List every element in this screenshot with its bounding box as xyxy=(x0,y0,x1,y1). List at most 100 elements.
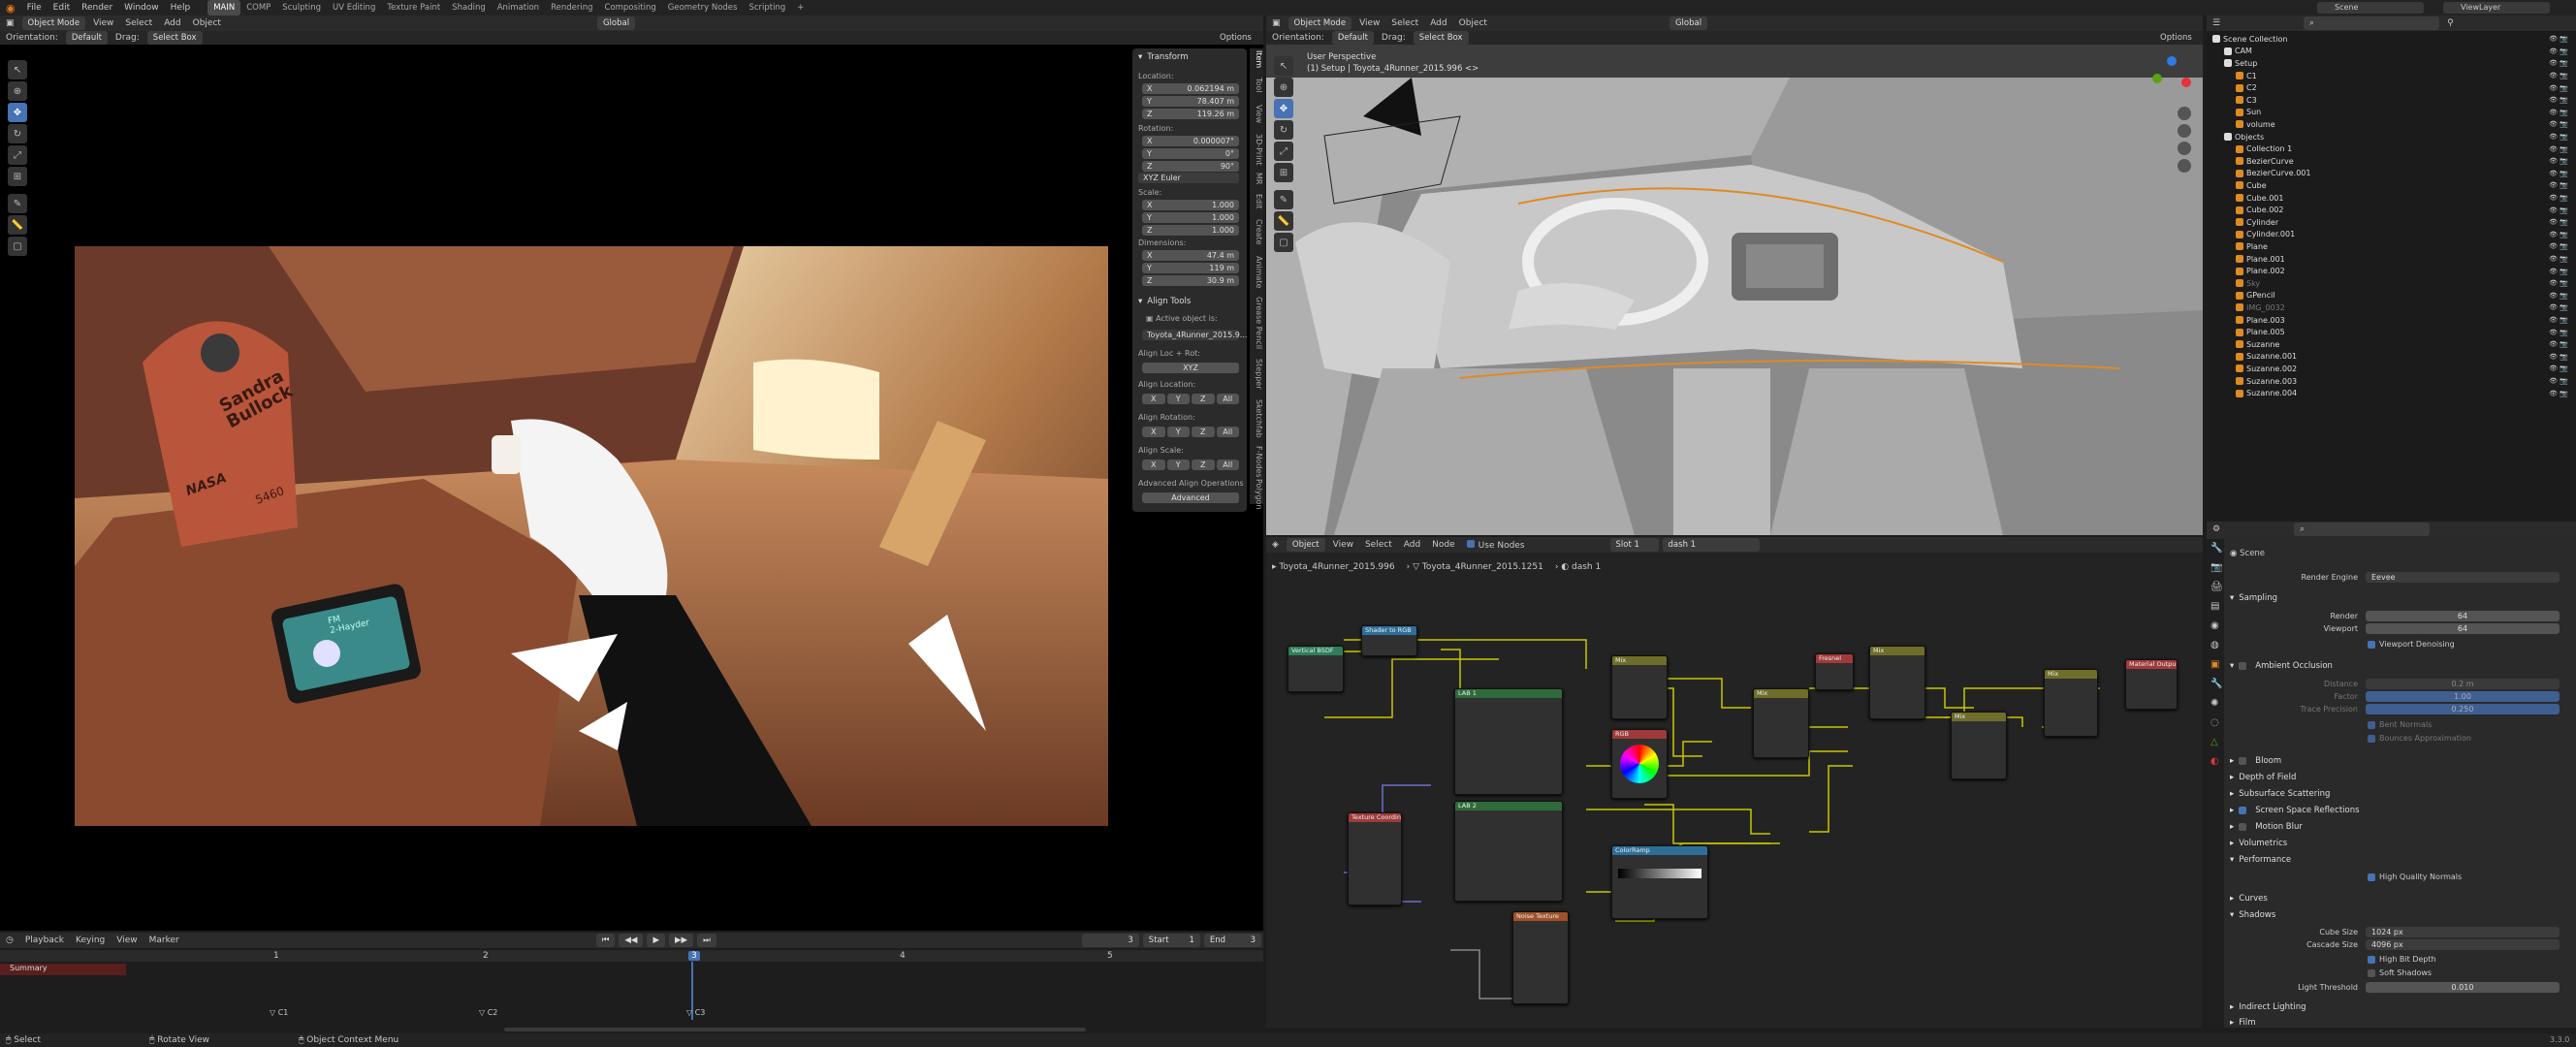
align-rot-y[interactable]: Y xyxy=(1166,427,1190,437)
workspace-tab-compositing[interactable]: Compositing xyxy=(598,0,661,16)
loc-y-field[interactable]: Y 78.407 m xyxy=(1142,96,1239,107)
align-loc-x[interactable]: X xyxy=(1142,394,1165,404)
scale-z-field[interactable]: Z 1.000 xyxy=(1142,225,1239,236)
prev-key-icon[interactable]: ◀◀ xyxy=(619,934,644,947)
play-icon[interactable]: ▶ xyxy=(647,934,666,947)
visibility-toggle-icon[interactable]: 👁 📷 xyxy=(2549,170,2568,177)
outliner-row[interactable]: Sky 👁 📷 xyxy=(2207,277,2576,290)
node-mix-5[interactable]: Mix xyxy=(2044,669,2098,737)
bloom-header[interactable]: ▸ Bloom xyxy=(2230,756,2281,766)
outliner-row[interactable]: C3 👁 📷 xyxy=(2207,94,2576,107)
scale-tool-icon[interactable]: ⤢ xyxy=(8,145,27,165)
visibility-toggle-icon[interactable]: 👁 📷 xyxy=(2549,329,2568,336)
node-noise-texture[interactable]: Noise Texture xyxy=(1512,911,1569,1004)
rotation-mode-dropdown[interactable]: XYZ Euler xyxy=(1138,173,1239,183)
node-lab1-group[interactable]: LAB 1 xyxy=(1454,688,1563,795)
npanel-tab-view[interactable]: View xyxy=(1251,105,1263,123)
particles-props-icon[interactable]: ✺ xyxy=(2210,698,2218,709)
right-rotate-tool-icon[interactable]: ↻ xyxy=(1274,120,1293,140)
visibility-toggle-icon[interactable]: 👁 📷 xyxy=(2549,48,2568,55)
cascade-size-dropdown[interactable]: 4096 px xyxy=(2366,939,2560,950)
timeline-menu-keying[interactable]: Keying xyxy=(70,936,111,945)
npanel-tab-edit[interactable]: Edit xyxy=(1251,194,1263,209)
workspace-tab-comp[interactable]: COMP xyxy=(240,0,276,16)
right-menu-view[interactable]: View xyxy=(1353,18,1385,28)
render-engine-dropdown[interactable]: Eevee xyxy=(2366,572,2560,583)
sss-header[interactable]: ▸ Subsurface Scattering xyxy=(2230,789,2330,799)
material-props-icon[interactable]: ◐ xyxy=(2210,756,2219,767)
visibility-toggle-icon[interactable]: 👁 📷 xyxy=(2549,242,2568,250)
outliner-row[interactable]: Setup 👁 📷 xyxy=(2207,57,2576,70)
node-rgb[interactable]: RGB xyxy=(1611,729,1668,799)
right-measure-tool-icon[interactable]: 📏 xyxy=(1274,211,1293,231)
node-mix-2[interactable]: Mix xyxy=(1753,688,1809,758)
marker-c1[interactable]: ▽ C1 xyxy=(270,1008,288,1017)
scale-y-field[interactable]: Y 1.000 xyxy=(1142,212,1239,223)
dim-y-field[interactable]: Y 119 m xyxy=(1142,263,1239,273)
light-threshold-field[interactable]: 0.010 xyxy=(2366,982,2560,993)
right-drag-dropdown[interactable]: Select Box xyxy=(1413,31,1469,45)
loc-x-field[interactable]: X 0.062194 m xyxy=(1142,83,1239,94)
ortho-toggle-icon[interactable] xyxy=(2178,159,2191,173)
breadcrumb-material[interactable]: › ◐ dash 1 xyxy=(1549,562,1606,572)
loc-z-field[interactable]: Z 119.26 m xyxy=(1142,109,1239,119)
workspace-tab-scripting[interactable]: Scripting xyxy=(743,0,791,16)
right-menu-select[interactable]: Select xyxy=(1385,18,1424,28)
left-menu-select[interactable]: Select xyxy=(119,18,158,28)
right-editor-type-icon[interactable]: ▣ xyxy=(1266,18,1287,28)
rot-x-field[interactable]: X 0.000007° xyxy=(1142,136,1239,146)
left-mode-dropdown[interactable]: Object Mode xyxy=(21,16,86,30)
outliner-row[interactable]: Suzanne.004 👁 📷 xyxy=(2207,387,2576,399)
soft-shadows-checkbox[interactable]: Soft Shadows xyxy=(2368,968,2432,977)
outliner-row[interactable]: volume 👁 📷 xyxy=(2207,118,2576,131)
physics-props-icon[interactable]: ◌ xyxy=(2210,717,2219,728)
visibility-toggle-icon[interactable]: 👁 📷 xyxy=(2549,303,2568,311)
timeline-ruler[interactable]: 1 2 3 4 5 xyxy=(0,950,1263,962)
right-orientation-dropdown[interactable]: Default xyxy=(1331,31,1374,45)
outliner-row[interactable]: C1 👁 📷 xyxy=(2207,70,2576,82)
move-tool-icon[interactable]: ✥ xyxy=(8,103,27,122)
output-props-icon[interactable]: 🖨 xyxy=(2210,582,2223,592)
start-frame-field[interactable]: Start 1 xyxy=(1142,934,1200,947)
left-menu-view[interactable]: View xyxy=(87,18,119,28)
visibility-toggle-icon[interactable]: 👁 📷 xyxy=(2549,145,2568,153)
outliner-row[interactable]: Suzanne 👁 📷 xyxy=(2207,338,2576,351)
right-scale-tool-icon[interactable]: ⤢ xyxy=(1274,142,1293,161)
align-scale-all[interactable]: All xyxy=(1216,460,1239,470)
right-add-cube-tool-icon[interactable]: ▢ xyxy=(1274,233,1293,252)
outliner-row[interactable]: Cube.002 👁 📷 xyxy=(2207,204,2576,216)
visibility-toggle-icon[interactable]: 👁 📷 xyxy=(2549,340,2568,348)
left-options-button[interactable]: Options xyxy=(1220,33,1252,43)
use-nodes-checkbox[interactable]: Use Nodes xyxy=(1461,539,1531,551)
blender-logo-icon[interactable]: ◉ xyxy=(0,2,21,15)
workspace-tab-sculpting[interactable]: Sculpting xyxy=(276,0,327,16)
npanel-tab-grease-pencil[interactable]: Grease Pencil xyxy=(1251,297,1263,349)
bounces-approx-checkbox[interactable]: Bounces Approximation xyxy=(2368,734,2471,743)
timeline-scrollbar[interactable] xyxy=(504,1028,1086,1031)
bent-normals-checkbox[interactable]: Bent Normals xyxy=(2368,720,2432,729)
dof-header[interactable]: ▸ Depth of Field xyxy=(2230,773,2296,782)
left-transform-space[interactable]: Global xyxy=(596,16,636,30)
ssr-header[interactable]: ▸ Screen Space Reflections xyxy=(2230,806,2360,815)
scale-x-field[interactable]: X 1.000 xyxy=(1142,200,1239,210)
right-tweak-tool-icon[interactable]: ↖ xyxy=(1274,56,1293,76)
workspace-tab-rendering[interactable]: Rendering xyxy=(545,0,598,16)
visibility-toggle-icon[interactable]: 👁 📷 xyxy=(2549,316,2568,324)
outliner-row[interactable]: Plane.001 👁 📷 xyxy=(2207,253,2576,266)
timeline-summary-channel[interactable]: Summary xyxy=(0,964,126,975)
align-loc-y[interactable]: Y xyxy=(1166,394,1190,404)
high-quality-normals-checkbox[interactable]: High Quality Normals xyxy=(2368,872,2462,881)
left-menu-object[interactable]: Object xyxy=(187,18,227,28)
outliner-row[interactable]: CAM 👁 📷 xyxy=(2207,46,2576,58)
npanel-tab-animate[interactable]: Animate xyxy=(1251,256,1263,289)
modifier-props-icon[interactable]: 🔧 xyxy=(2210,679,2222,689)
align-loc-z[interactable]: Z xyxy=(1192,394,1215,404)
menu-render[interactable]: Render xyxy=(76,3,118,13)
cube-size-dropdown[interactable]: 1024 px xyxy=(2366,927,2560,937)
visibility-toggle-icon[interactable]: 👁 📷 xyxy=(2549,268,2568,275)
npanel-tab-3dprint[interactable]: 3D-Print xyxy=(1251,134,1263,166)
outliner-row[interactable]: Suzanne.001 👁 📷 xyxy=(2207,351,2576,364)
node-mix-1[interactable]: Mix xyxy=(1611,655,1668,719)
view-layer-selector[interactable]: ViewLayer xyxy=(2443,2,2550,14)
outliner-row[interactable]: BezierCurve.001 👁 📷 xyxy=(2207,168,2576,180)
